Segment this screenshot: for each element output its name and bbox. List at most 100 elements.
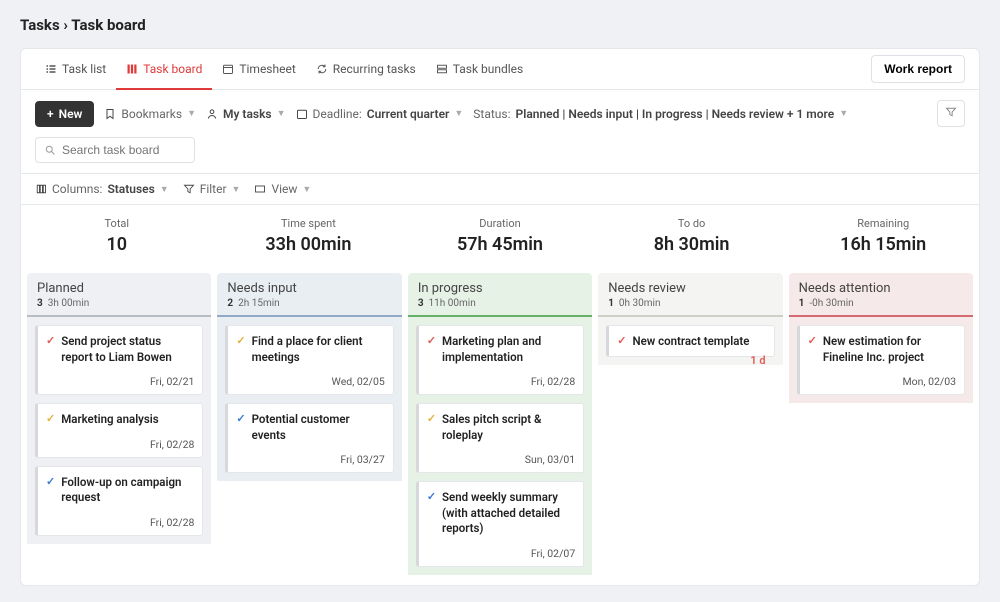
column-needs-review: Needs review1 0h 30min✓New contract temp… xyxy=(598,273,782,365)
plus-icon: + xyxy=(47,107,54,121)
work-report-button[interactable]: Work report xyxy=(871,55,965,83)
card-title: Find a place for client meetings xyxy=(252,334,385,365)
summary-label: Time spent xyxy=(213,217,405,230)
task-card[interactable]: ✓ Send project status report to Liam Bowe… xyxy=(35,325,203,395)
card-title-row: ✓Potential customer events xyxy=(236,412,384,443)
summary-bar: Total10Time spent33h 00minDuration57h 45… xyxy=(21,205,979,273)
priority-check-icon: ✓ xyxy=(427,334,436,349)
column-header: Needs attention1 -0h 30min xyxy=(789,273,973,317)
summary-value: 57h 45min xyxy=(404,234,596,255)
breadcrumb-parent[interactable]: Tasks xyxy=(20,16,60,34)
priority-check-icon: ✓ xyxy=(46,412,55,427)
deadline-filter[interactable]: Deadline: Current quarter ▼ xyxy=(296,107,464,121)
search-input[interactable] xyxy=(62,143,186,157)
task-card[interactable]: ✓Follow-up on campaign requestFri, 02/28 xyxy=(35,466,203,536)
priority-check-icon: ✓ xyxy=(808,334,817,349)
new-label: New xyxy=(59,107,83,121)
status-filter[interactable]: Status: Planned | Needs input | In progr… xyxy=(473,107,848,121)
card-title-row: ✓Marketing analysis xyxy=(46,412,194,428)
breadcrumb: Tasks › Task board xyxy=(20,16,980,34)
advanced-filter-button[interactable] xyxy=(937,100,965,127)
tabs-bar: Task list Task board Timesheet Recurring… xyxy=(21,49,979,90)
priority-check-icon: ✓ xyxy=(236,412,245,427)
chevron-down-icon: ▼ xyxy=(454,108,463,119)
task-card[interactable]: ✓Marketing analysisFri, 02/28 xyxy=(35,403,203,458)
summary-value: 10 xyxy=(21,234,213,255)
calendar-icon xyxy=(222,63,234,75)
tab-recurring[interactable]: Recurring tasks xyxy=(306,50,426,88)
task-card[interactable]: ✓Send weekly summary (with attached deta… xyxy=(416,481,584,567)
my-tasks-filter[interactable]: My tasks ▼ xyxy=(206,107,286,121)
priority-check-icon: ✓ xyxy=(46,334,55,349)
tab-timesheet[interactable]: Timesheet xyxy=(212,50,305,88)
board: Planned 3 3h 00min ✓ Send project status re… xyxy=(21,273,979,585)
card-date: Fri, 02/28 xyxy=(46,516,194,529)
card-date: Fri, 02/28 xyxy=(427,375,575,388)
card-title-row: ✓Send weekly summary (with attached deta… xyxy=(427,490,575,537)
summary-value: 16h 15min xyxy=(787,234,979,255)
column-title: In progress xyxy=(418,281,582,296)
chevron-down-icon: ▼ xyxy=(839,108,848,119)
chevron-down-icon: ▼ xyxy=(302,184,311,195)
bookmarks-menu[interactable]: Bookmarks ▼ xyxy=(104,107,196,121)
search-box[interactable] xyxy=(35,137,195,163)
column-meta: 3 3h 00min xyxy=(37,298,201,309)
card-title-row: ✓ Send project status report to Liam Bowe… xyxy=(46,334,194,365)
task-card[interactable]: ✓New contract template1 d xyxy=(606,325,774,357)
task-card[interactable]: ✓Sales pitch script & roleplaySun, 03/01 xyxy=(416,403,584,473)
filter-menu[interactable]: Filter ▼ xyxy=(183,182,241,196)
column-title: Planned xyxy=(37,281,201,296)
toolbar-primary: + New Bookmarks ▼ My tasks ▼ Deadline: C… xyxy=(21,90,979,174)
card-title: Marketing plan and implementation xyxy=(442,334,575,365)
breadcrumb-current: Task board xyxy=(71,16,145,34)
card-title-row: ✓ Marketing plan and implementation xyxy=(427,334,575,365)
task-card[interactable]: ✓ Find a place for client meetings Wed, 02… xyxy=(225,325,393,395)
summary-value: 33h 00min xyxy=(213,234,405,255)
summary-cell: Time spent 33h 00min xyxy=(213,217,405,255)
column-planned: Planned 3 3h 00min ✓ Send project status re… xyxy=(27,273,211,544)
summary-label: Total xyxy=(21,217,213,230)
columns-value: Statuses xyxy=(107,182,154,196)
tab-bundles[interactable]: Task bundles xyxy=(426,50,534,88)
person-icon xyxy=(206,108,218,120)
card-date: Wed, 02/05 xyxy=(236,375,384,388)
toolbar-secondary: Columns: Statuses ▼ Filter ▼ View ▼ xyxy=(21,174,979,205)
view-label: View xyxy=(271,182,297,196)
view-menu[interactable]: View ▼ xyxy=(254,182,311,196)
column-title: Needs input xyxy=(227,281,391,296)
card-title: New estimation for Fineline Inc. project xyxy=(823,334,956,365)
deadline-value: Current quarter xyxy=(367,107,450,121)
search-icon xyxy=(44,144,56,156)
summary-cell: To do8h 30min xyxy=(596,217,788,255)
column-meta: 1 0h 30min xyxy=(608,298,772,309)
column-needs-input: Needs input2 2h 15min ✓ Find a place for c… xyxy=(217,273,401,481)
priority-check-icon: ✓ xyxy=(46,475,55,490)
card-date: Fri, 03/27 xyxy=(236,453,384,466)
priority-check-icon: ✓ xyxy=(236,334,245,349)
funnel-icon xyxy=(945,106,957,118)
column-header: Needs input2 2h 15min xyxy=(217,273,401,317)
task-card[interactable]: ✓Potential customer events Fri, 03/27 xyxy=(225,403,393,473)
column-title: Needs attention xyxy=(799,281,963,296)
priority-check-icon: ✓ xyxy=(427,412,436,427)
new-button[interactable]: + New xyxy=(35,101,94,127)
card-date: Fri, 02/07 xyxy=(427,547,575,560)
tab-label: Recurring tasks xyxy=(333,62,416,76)
calendar-icon xyxy=(296,108,308,120)
mytasks-label: My tasks xyxy=(223,107,272,121)
tab-task-list[interactable]: Task list xyxy=(35,50,116,88)
status-label: Status: xyxy=(473,107,510,121)
tab-task-board[interactable]: Task board xyxy=(116,50,212,90)
card-title: New contract template xyxy=(632,334,749,350)
column-meta: 3 11h 00min xyxy=(418,298,582,309)
bookmarks-label: Bookmarks xyxy=(121,107,182,121)
card-title: Send project status report to Liam Bowen xyxy=(61,334,194,365)
summary-cell: Total 10 xyxy=(21,217,213,255)
columns-label: Columns: xyxy=(52,182,102,196)
chevron-down-icon: ▼ xyxy=(232,184,241,195)
main-panel: Task list Task board Timesheet Recurring… xyxy=(20,48,980,586)
column-header: Planned 3 3h 00min xyxy=(27,273,211,317)
task-card[interactable]: ✓ New estimation for Fineline Inc. projec… xyxy=(797,325,965,395)
columns-selector[interactable]: Columns: Statuses ▼ xyxy=(35,182,169,196)
task-card[interactable]: ✓ Marketing plan and implementation Fri, 0… xyxy=(416,325,584,395)
